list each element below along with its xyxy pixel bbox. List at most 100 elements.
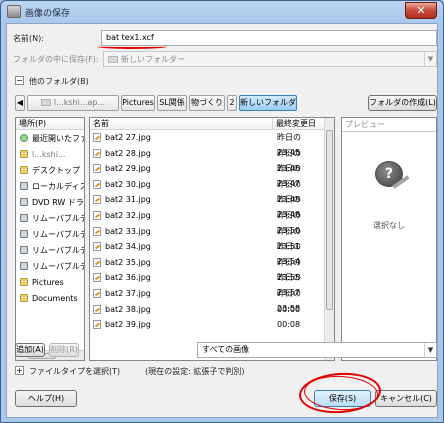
file-row[interactable]: bat2 29.jpg 昨日の 23:47 [90,161,326,188]
help-button[interactable]: ヘルプ(H) [15,390,77,407]
create-folder-button[interactable]: フォルダの作成(L) [368,95,437,111]
image-file-icon [93,211,101,220]
chevron-left-icon: ◀ [16,98,24,107]
place-pictures[interactable]: Pictures [16,275,84,290]
place-user-folder[interactable]: l...kshi... [16,147,84,162]
file-row[interactable]: bat2 37.jpg 昨日の 23:58 [90,286,326,313]
cancel-button[interactable]: キャンセル(C) [375,390,437,407]
user-folder-icon [20,150,28,158]
place-label: リムーバブルディスク [32,214,84,223]
file-row[interactable]: bat2 31.jpg 昨日の 23:48 [90,192,326,219]
place-recent[interactable]: 最近開いたファイル [16,131,84,146]
place-label: デスクトップ [32,166,80,175]
place-label: リムーバブルディスク [32,246,84,255]
recent-icon [20,134,28,142]
place-removable-2[interactable]: リムーバブルディスク [16,227,84,242]
file-name: bat2 36.jpg [105,273,151,283]
place-desktop[interactable]: デスクトップ [16,163,84,178]
file-row[interactable]: bat2 30.jpg 昨日の 23:48 [90,177,326,204]
select-file-type-label[interactable]: ファイルタイプを選択(T) [29,366,120,377]
file-row[interactable]: bat2 27.jpg 昨日の 23:45 [90,130,326,157]
breadcrumb-user-label: l...kshi...ap... [53,98,106,107]
place-removable-4[interactable]: リムーバブルディスク [16,259,84,274]
file-name: bat2 38.jpg [105,304,151,314]
drive-icon [20,182,28,190]
breadcrumb-pictures[interactable]: Pictures [121,95,155,111]
place-removable-3[interactable]: リムーバブルディスク [16,243,84,258]
file-name: bat2 28.jpg [105,148,151,158]
file-date: 00:00 [277,304,301,314]
file-row[interactable]: bat2 34.jpg 昨日の 23:54 [90,239,326,266]
breadcrumb-sl[interactable]: SL関係 [157,95,187,111]
save-in-folder-combo[interactable]: 新しいフォルダー ▼ [103,51,437,67]
app-icon [7,5,21,18]
place-label: Documents [32,294,78,303]
file-row[interactable]: bat2 28.jpg 昨日の 23:46 [90,146,326,173]
desktop-icon [20,166,28,174]
folder-icon [20,294,28,302]
file-row[interactable]: bat2 39.jpg 00:08 [90,317,326,333]
close-button[interactable]: ✕ [405,2,437,19]
add-place-button[interactable]: 追加(A) [15,343,45,357]
scrollbar-thumb[interactable] [326,130,333,310]
browse-other-folders-label[interactable]: 他のフォルダ(B) [29,76,89,87]
image-file-icon [93,304,101,314]
image-file-icon [93,195,101,205]
breadcrumb-new-folder[interactable]: 新しいフォルダー [239,95,297,111]
file-list-vertical-scrollbar[interactable] [324,118,334,360]
place-label: 最近開いたファイル [32,134,84,143]
image-file-icon [93,257,101,267]
file-row[interactable]: bat2 32.jpg 昨日の 23:50 [90,208,326,235]
place-dvd[interactable]: DVD RW ドライブ [16,195,84,210]
remove-place-button[interactable]: 削除(R) [49,343,79,357]
folder-icon [108,56,118,63]
file-list: 名前 最終変更日 bat2 27.jpg 昨日の 23:45 bat2 28.j… [89,117,335,361]
file-filter-combo[interactable]: すべての画像 ▼ [197,342,437,358]
save-in-folder-label: フォルダの中に保存(F): [13,55,99,64]
removable-icon [20,214,28,222]
image-file-icon [93,273,101,283]
expand-icon[interactable]: + [15,366,24,375]
file-name: bat2 29.jpg [105,164,151,174]
removable-icon [20,262,28,270]
file-row[interactable]: bat2 35.jpg 昨日の 23:55 [90,255,326,282]
chevron-down-icon[interactable]: ▼ [424,343,436,357]
file-name: bat2 33.jpg [105,226,151,236]
place-documents[interactable]: Documents [16,291,84,306]
place-removable-1[interactable]: リムーバブルディスク [16,211,84,226]
file-name: bat2 39.jpg [105,320,151,330]
file-name: bat2 27.jpg [105,133,151,142]
file-name: bat2 37.jpg [105,289,151,298]
place-label: DVD RW ドライブ [32,198,84,207]
image-file-icon [93,226,101,236]
file-row[interactable]: bat2 33.jpg 昨日の 23:51 [90,224,326,251]
preview-header: プレビュー [342,118,436,132]
column-header-modified[interactable]: 最終変更日 [273,118,326,130]
places-header[interactable]: 場所(P) [16,118,84,130]
place-local-disk[interactable]: ローカルディスク [16,179,84,194]
breadcrumb-user-folder[interactable]: l...kshi...ap... [27,95,119,111]
file-filter-value: すべての画像 [202,345,250,354]
breadcrumb-back-button[interactable]: ◀ [15,95,25,111]
place-label: Pictures [32,278,64,287]
dvd-icon [20,198,28,206]
breadcrumb-monozukuri[interactable]: 物づくり [189,95,225,111]
file-row[interactable]: bat2 36.jpg 昨日の 23:57 [90,270,326,297]
image-file-icon [93,242,101,252]
current-file-type-setting: (現在の設定: 拡張子で判別) [145,367,245,376]
file-row[interactable]: bat2 38.jpg 00:00 [90,302,326,318]
chevron-down-icon[interactable]: ▼ [424,52,436,66]
save-in-folder-value: 新しいフォルダー [121,55,185,64]
folder-icon [40,99,51,106]
image-file-icon [93,164,101,174]
place-label: l...kshi... [32,150,66,159]
image-file-icon [93,133,101,142]
file-name: bat2 35.jpg [105,257,151,267]
breadcrumb-2[interactable]: 2 [227,95,237,111]
image-file-icon [93,148,101,158]
place-label: リムーバブルディスク [32,262,84,271]
column-header-name[interactable]: 名前 [90,118,273,130]
removable-icon [20,230,28,238]
title-bar[interactable]: 画像の保存 ✕ [1,1,443,23]
collapse-icon[interactable]: − [15,76,24,85]
